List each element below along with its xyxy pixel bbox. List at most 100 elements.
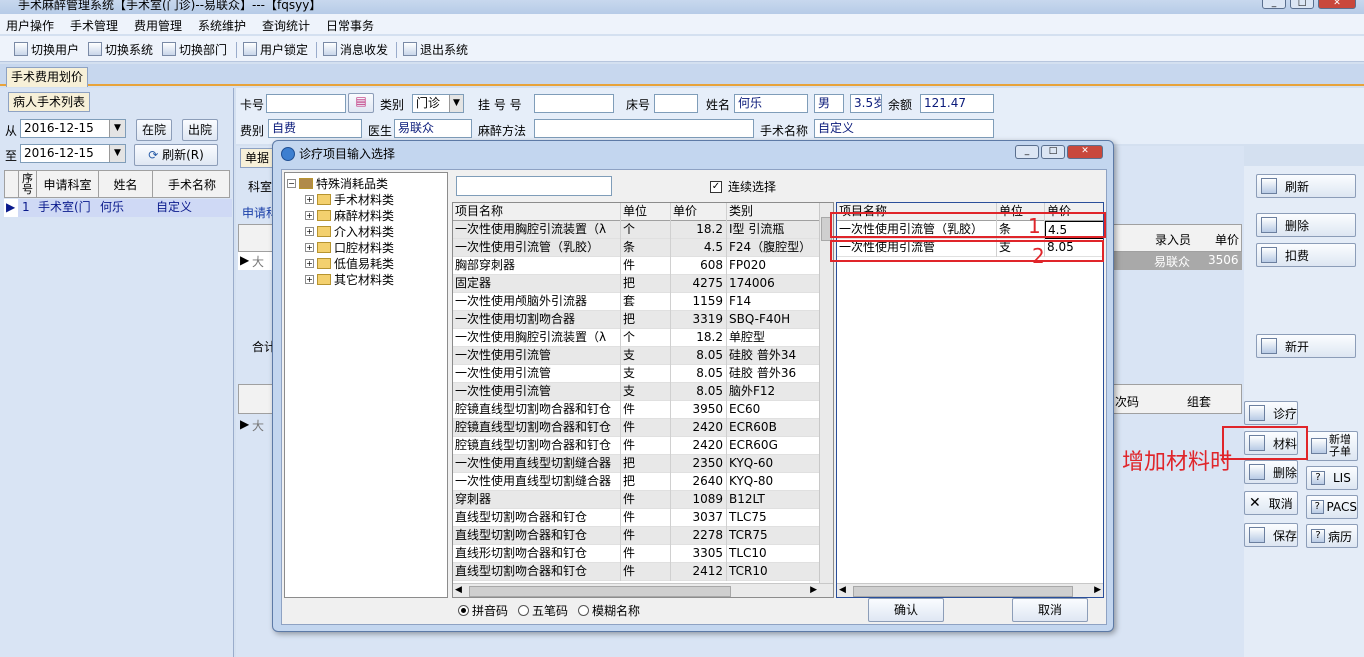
tree-item[interactable]: + 其它材料类 — [305, 271, 394, 288]
switch-system-button[interactable]: 切换系统 — [88, 40, 153, 58]
radio-off-icon[interactable] — [518, 605, 530, 616]
pacs-button[interactable]: ? PACS — [1306, 495, 1358, 519]
tree-item[interactable]: + 手术材料类 — [305, 191, 394, 208]
scroll-right-icon[interactable]: ▶ — [1094, 585, 1101, 595]
table-row[interactable]: 直线型切割吻合器和钉仓件 2412 TCR10 — [453, 563, 823, 581]
lis-button[interactable]: ? LIS — [1306, 466, 1358, 490]
delete-button[interactable]: 删除 — [1256, 213, 1356, 237]
tree-item[interactable]: + 低值易耗类 — [305, 255, 394, 272]
balance-field[interactable]: 121.47 — [920, 94, 994, 113]
horizontal-scrollbar[interactable]: ◀ ▶ — [453, 583, 833, 597]
anesth-field[interactable] — [534, 119, 754, 138]
switch-dept-button[interactable]: 切换部门 — [162, 40, 227, 58]
radio-fuzzy[interactable]: 模糊名称 — [578, 602, 640, 619]
menu-fee[interactable]: 费用管理 — [134, 17, 182, 34]
discharged-button[interactable]: 出院 — [182, 119, 218, 141]
dialog-maximize-button[interactable]: □ — [1041, 145, 1065, 159]
expand-icon[interactable]: + — [305, 211, 314, 220]
card-field[interactable] — [266, 94, 346, 113]
search-input[interactable] — [456, 176, 612, 196]
tree-root[interactable]: − 特殊消耗品类 — [287, 175, 388, 192]
tree-item[interactable]: + 麻醉材料类 — [305, 207, 394, 224]
table-row[interactable]: 一次性使用胸腔引流装置（λ 个 18.2 单腔型 — [453, 329, 823, 347]
save-button[interactable]: 保存 — [1244, 523, 1298, 547]
deduct-button[interactable]: 扣费 — [1256, 243, 1356, 267]
minimize-button[interactable]: _ — [1262, 0, 1286, 9]
chevron-down-icon[interactable]: ▼ — [109, 145, 125, 162]
expand-icon[interactable]: + — [305, 243, 314, 252]
dialog-minimize-button[interactable]: _ — [1015, 145, 1039, 159]
table-row[interactable]: 一次性使用引流管支 8.05 硅胶 普外34 — [453, 347, 823, 365]
menu-daily[interactable]: 日常事务 — [326, 17, 374, 34]
expand-icon[interactable]: + — [305, 195, 314, 204]
fee-field[interactable]: 自费 — [268, 119, 362, 138]
maximize-button[interactable]: □ — [1290, 0, 1314, 9]
tab-surgery-fee[interactable]: 手术费用划价 — [6, 67, 88, 87]
radio-wubi[interactable]: 五笔码 — [518, 602, 568, 619]
op-field[interactable]: 自定义 — [814, 119, 994, 138]
tree-item[interactable]: + 口腔材料类 — [305, 239, 394, 256]
bed-field[interactable] — [654, 94, 698, 113]
tree-item[interactable]: + 介入材料类 — [305, 223, 394, 240]
sex-field[interactable]: 男 — [814, 94, 844, 113]
table-row[interactable]: 一次性使用直线型切割缝合器把 2350 KYQ-60 — [453, 455, 823, 473]
from-date-field[interactable]: 2016-12-15 ▼ — [20, 119, 126, 138]
exit-button[interactable]: 退出系统 — [403, 40, 468, 58]
table-row[interactable]: 腔镜直线型切割吻合器和钉仓件 2420 ECR60G — [453, 437, 823, 455]
reg-field[interactable] — [534, 94, 614, 113]
refresh-list-button[interactable]: ⟳ 刷新(R) — [134, 144, 218, 166]
table-row[interactable]: 一次性使用颅脑外引流器套 1159 F14 — [453, 293, 823, 311]
chevron-down-icon[interactable]: ▼ — [449, 95, 463, 112]
table-row[interactable]: 一次性使用切割吻合器把 3319 SBQ-F40H — [453, 311, 823, 329]
table-row[interactable]: 穿刺器件 1089 B12LT — [453, 491, 823, 509]
checkbox-icon[interactable]: ✓ — [710, 180, 722, 193]
table-row[interactable]: 直线型切割吻合器和钉仓件 3037 TLC75 — [453, 509, 823, 527]
refresh-button[interactable]: 刷新 — [1256, 174, 1356, 198]
table-row[interactable]: 一次性使用胸腔引流装置（λ 个 18.2 I型 引流瓶 — [453, 221, 823, 239]
age-field[interactable]: 3.5岁 — [850, 94, 882, 113]
menu-query[interactable]: 查询统计 — [262, 17, 310, 34]
chevron-down-icon[interactable]: ▼ — [109, 120, 125, 137]
table-row[interactable]: 腔镜直线型切割吻合器和钉仓件 2420 ECR60B — [453, 419, 823, 437]
menu-system[interactable]: 系统维护 — [198, 17, 246, 34]
scroll-left-icon[interactable]: ◀ — [839, 585, 846, 595]
table-row[interactable]: 直线形切割吻合器和钉仓件 3305 TLC10 — [453, 545, 823, 563]
name-field[interactable]: 何乐 — [734, 94, 808, 113]
doctor-field[interactable]: 易联众 — [394, 119, 472, 138]
in-hospital-button[interactable]: 在院 — [136, 119, 172, 141]
card-reader-icon[interactable]: ▤ — [348, 93, 374, 113]
scroll-left-icon[interactable]: ◀ — [455, 585, 462, 595]
dialog-cancel-button[interactable]: 取消 — [1012, 598, 1088, 622]
radio-off-icon[interactable] — [578, 605, 590, 616]
table-row[interactable]: 一次性使用引流管支 8.05 脑外F12 — [453, 383, 823, 401]
horizontal-scrollbar[interactable]: ◀ ▶ — [837, 583, 1103, 597]
radio-on-icon[interactable] — [458, 605, 469, 616]
tab-patient-list[interactable]: 病人手术列表 — [8, 92, 91, 112]
delete2-button[interactable]: 删除 — [1244, 460, 1298, 484]
scroll-right-icon[interactable]: ▶ — [810, 585, 817, 595]
expand-icon[interactable]: + — [305, 275, 314, 284]
radio-pinyin[interactable]: 拼音码 — [458, 602, 508, 619]
menu-user[interactable]: 用户操作 — [6, 17, 54, 34]
switch-user-button[interactable]: 切换用户 — [14, 40, 79, 58]
cancel-button[interactable]: ✕ 取消 — [1244, 491, 1298, 515]
table-row[interactable]: 腔镜直线型切割吻合器和钉仓件 3950 EC60 — [453, 401, 823, 419]
new-open-button[interactable]: 新开 — [1256, 334, 1356, 358]
table-row[interactable]: 一次性使用引流管支 8.05 硅胶 普外36 — [453, 365, 823, 383]
lock-user-button[interactable]: 用户锁定 — [243, 40, 308, 58]
to-date-field[interactable]: 2016-12-15 ▼ — [20, 144, 126, 163]
menu-surgery[interactable]: 手术管理 — [70, 17, 118, 34]
table-row[interactable]: 一次性使用引流管（乳胶）条 4.5 F24（腹腔型） — [453, 239, 823, 257]
table-row[interactable]: ▶ 1 手术室(门 何乐 自定义 — [4, 199, 232, 217]
expand-icon[interactable]: + — [305, 227, 314, 236]
expand-icon[interactable]: + — [305, 259, 314, 268]
table-row[interactable]: 直线型切割吻合器和钉仓件 2278 TCR75 — [453, 527, 823, 545]
history-button[interactable]: ? 病历 — [1306, 524, 1358, 548]
table-row[interactable]: 胸部穿刺器件 608 FP020 — [453, 257, 823, 275]
message-button[interactable]: 消息收发 — [323, 40, 388, 58]
collapse-icon[interactable]: − — [287, 179, 296, 188]
category-select[interactable]: 门诊 ▼ — [412, 94, 464, 113]
new-sub-button[interactable]: 新增子单 — [1306, 431, 1358, 461]
continuous-select-checkbox[interactable]: ✓ 连续选择 — [710, 178, 776, 195]
table-row[interactable]: 固定器把 4275 174006 — [453, 275, 823, 293]
